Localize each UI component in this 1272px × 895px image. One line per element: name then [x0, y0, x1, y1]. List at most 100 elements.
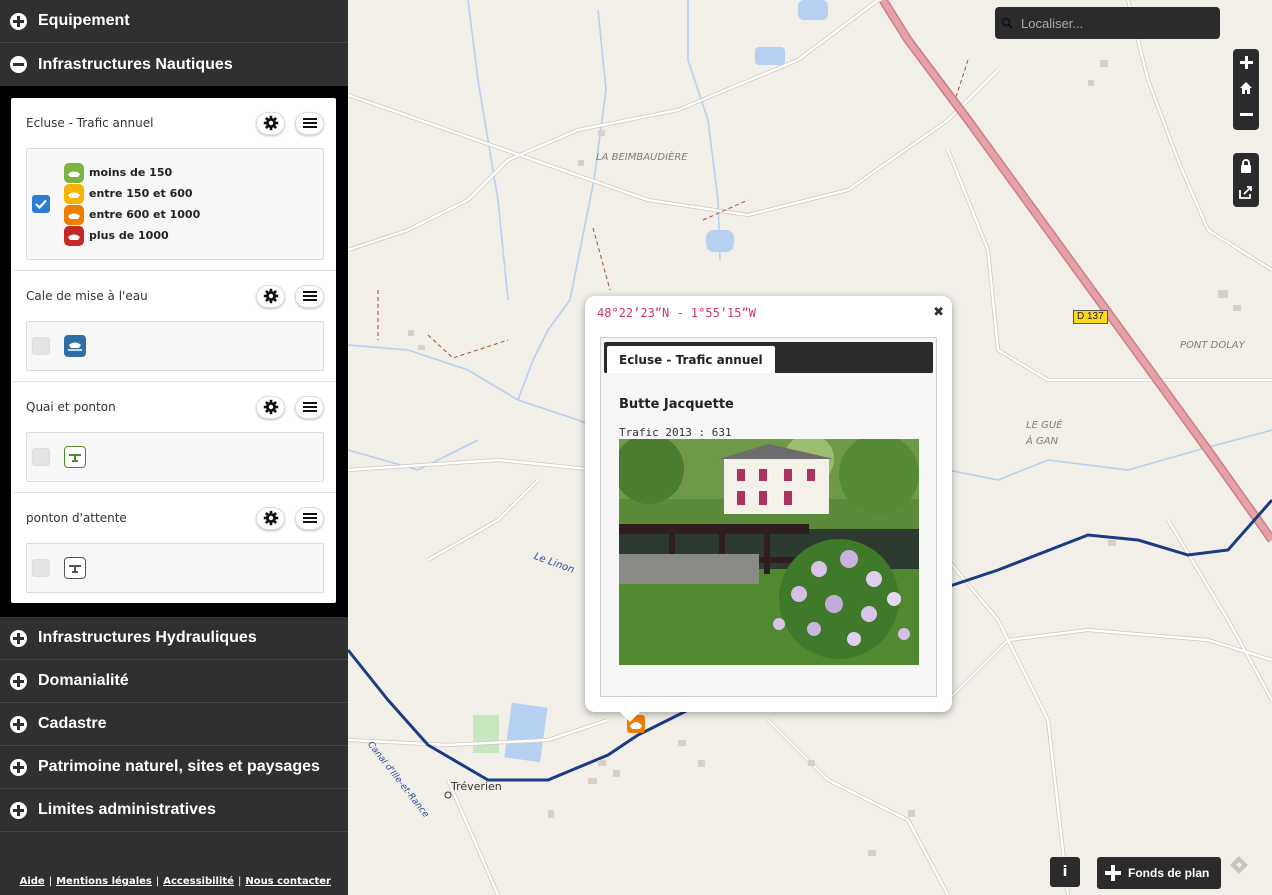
lock-boat-red-icon — [64, 225, 84, 246]
layer-settings-button[interactable] — [256, 506, 285, 530]
zoom-control — [1233, 49, 1259, 130]
boat-ramp-icon — [64, 335, 86, 357]
lock-icon — [1241, 159, 1251, 173]
layer-title: Quai et ponton — [26, 400, 116, 414]
layer-title: Ecluse - Trafic annuel — [26, 116, 154, 130]
gear-icon — [263, 510, 278, 526]
layer-title: ponton d'attente — [26, 511, 127, 525]
home-icon — [1240, 82, 1252, 94]
expand-plus-icon — [10, 715, 27, 733]
layer-menu-button[interactable] — [295, 395, 324, 419]
feature-name: Butte Jacquette — [619, 397, 734, 412]
gear-icon — [263, 399, 278, 415]
plus-icon — [1105, 865, 1121, 881]
legal-link[interactable]: Mentions légales — [56, 876, 152, 887]
popup-pointer — [620, 712, 640, 722]
place-label: PONT DOLAY — [1180, 340, 1245, 351]
contact-link[interactable]: Nous contacter — [245, 876, 331, 887]
tools-control — [1233, 153, 1259, 207]
collapse-minus-icon — [10, 56, 27, 73]
layer-ecluse: Ecluse - Trafic annuel moins de 150 entr… — [11, 98, 336, 271]
category-domanialite[interactable]: Domanialité — [0, 660, 348, 703]
map-canvas[interactable]: LA BEIMBAUDIÈRE PONT DOLAY LE GUÉ À GAN … — [348, 0, 1272, 895]
category-infrastructures-nautiques[interactable]: Infrastructures Nautiques — [0, 43, 348, 86]
help-link[interactable]: Aide — [20, 876, 45, 887]
lock-boat-green-icon — [64, 162, 84, 183]
search-icon — [1001, 17, 1013, 29]
share-icon — [1239, 186, 1252, 199]
info-button[interactable]: i — [1050, 857, 1080, 887]
expand-plus-icon — [10, 801, 27, 819]
popup-coordinates: 48°22’23”N - 1°55’15”W — [597, 306, 756, 320]
layer-ponton-attente: ponton d'attente — [11, 493, 336, 603]
legend: moins de 150 entre 150 et 600 entre 600 … — [64, 152, 200, 256]
category-label: Infrastructures Nautiques — [38, 55, 233, 73]
quay-icon — [64, 446, 86, 468]
layer-menu-button[interactable] — [295, 284, 324, 308]
layer-checkbox[interactable] — [32, 448, 50, 466]
check-icon — [35, 199, 47, 209]
expand-plus-icon — [10, 12, 27, 30]
layer-checkbox[interactable] — [32, 559, 50, 577]
layer-settings-button[interactable] — [256, 284, 285, 308]
popup-content: Ecluse - Trafic annuel Butte Jacquette T… — [600, 337, 937, 697]
locate-input[interactable] — [1021, 15, 1201, 31]
category-infrastructures-hydrauliques[interactable]: Infrastructures Hydrauliques — [0, 617, 348, 660]
place-label: LE GUÉ — [1026, 420, 1063, 431]
category-label: Cadastre — [38, 715, 107, 732]
legend-label: moins de 150 — [89, 166, 173, 179]
category-equipement[interactable]: Equipement — [0, 0, 348, 43]
tab-ecluse[interactable]: Ecluse - Trafic annuel — [607, 346, 775, 373]
legend-item: entre 150 et 600 — [64, 183, 200, 204]
layer-checkbox[interactable] — [32, 337, 50, 355]
menu-icon — [302, 118, 317, 128]
locate-search — [995, 7, 1220, 39]
gear-icon — [263, 288, 278, 304]
zoom-in-button[interactable] — [1233, 49, 1259, 75]
layers-stack-icon[interactable] — [1227, 853, 1251, 877]
expand-plus-icon — [10, 629, 27, 647]
zoom-out-button[interactable] — [1233, 101, 1259, 127]
category-label: Infrastructures Hydrauliques — [38, 629, 257, 646]
legend-label: entre 600 et 1000 — [89, 208, 201, 221]
share-button[interactable] — [1233, 179, 1259, 205]
expand-plus-icon — [10, 758, 27, 776]
legend-label: entre 150 et 600 — [89, 187, 193, 200]
layer-menu-button[interactable] — [295, 111, 324, 135]
category-label: Domanialité — [38, 672, 129, 689]
category-label: Patrimoine naturel, sites et paysages — [38, 758, 320, 775]
footer-links: Aide | Mentions légales | Accessibilité | Nous… — [19, 876, 331, 887]
legend-label: plus de 1000 — [89, 229, 169, 242]
road-shield: D 137 — [1073, 310, 1108, 324]
category-limites-administratives[interactable]: Limites administratives — [0, 789, 348, 832]
expand-plus-icon — [10, 672, 27, 690]
category-label: Limites administratives — [38, 801, 216, 818]
home-button[interactable] — [1233, 75, 1259, 101]
gear-icon — [263, 115, 278, 131]
close-icon[interactable]: ✖ — [933, 305, 944, 320]
menu-icon — [302, 402, 317, 412]
place-label: À GAN — [1026, 436, 1059, 447]
legend-item: entre 600 et 1000 — [64, 204, 200, 225]
layer-checkbox[interactable] — [32, 195, 50, 213]
feature-traffic: Trafic 2013 : 631 — [619, 426, 732, 439]
category-label: Equipement — [38, 12, 130, 29]
plus-icon — [1239, 55, 1253, 69]
category-patrimoine[interactable]: Patrimoine naturel, sites et paysages — [0, 746, 348, 789]
basemap-label: Fonds de plan — [1128, 866, 1210, 880]
feature-popup: 48°22’23”N - 1°55’15”W ✖ Ecluse - Trafic… — [585, 296, 952, 722]
legend-item: moins de 150 — [64, 162, 200, 183]
layer-settings-button[interactable] — [256, 395, 285, 419]
layer-menu-button[interactable] — [295, 506, 324, 530]
layer-title: Cale de mise à l'eau — [26, 289, 148, 303]
accessibility-link[interactable]: Accessibilité — [163, 876, 234, 887]
category-panel: Ecluse - Trafic annuel moins de 150 entr… — [0, 86, 348, 617]
town-label: Tréverien — [451, 780, 502, 793]
layer-cale: Cale de mise à l'eau — [11, 271, 336, 382]
basemap-button[interactable]: Fonds de plan — [1097, 857, 1221, 889]
lock-button[interactable] — [1233, 153, 1259, 179]
layer-list: Ecluse - Trafic annuel moins de 150 entr… — [11, 98, 336, 603]
layer-settings-button[interactable] — [256, 111, 285, 135]
menu-icon — [302, 291, 317, 301]
category-cadastre[interactable]: Cadastre — [0, 703, 348, 746]
